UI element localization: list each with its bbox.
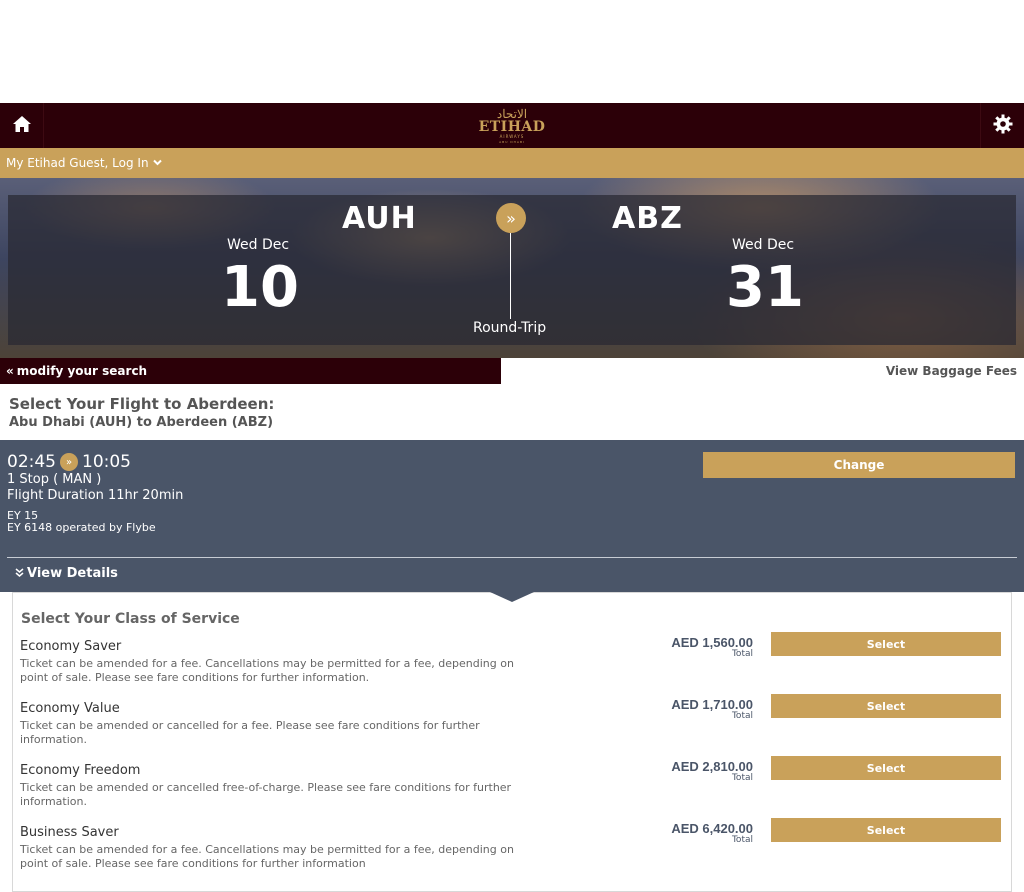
selection-title: Select Your Flight to Aberdeen: bbox=[9, 395, 275, 413]
fare-row-business-saver: Business Saver Ticket can be amended for… bbox=[13, 818, 1013, 887]
select-economy-saver-button[interactable]: Select bbox=[771, 632, 1001, 656]
trip-hero: AUH Wed Dec 10 » ABZ Wed Dec 31 Round-Tr… bbox=[0, 178, 1024, 358]
flight-stops: 1 Stop ( MAN ) bbox=[7, 472, 102, 487]
fare-name: Economy Value bbox=[20, 701, 120, 716]
fare-amount: AED 1,710.00 bbox=[671, 697, 753, 712]
fare-amount: AED 6,420.00 bbox=[671, 821, 753, 836]
gear-icon bbox=[993, 114, 1013, 138]
fare-total-label: Total bbox=[731, 649, 753, 659]
fare-name: Business Saver bbox=[20, 825, 119, 840]
destination-day: 31 bbox=[726, 255, 804, 320]
double-chevron-right-icon: » bbox=[60, 453, 78, 471]
selection-route: Abu Dhabi (AUH) to Aberdeen (ABZ) bbox=[9, 415, 274, 430]
fare-description: Ticket can be amended or cancelled for a… bbox=[20, 719, 480, 746]
fare-price: AED 1,560.00 Total bbox=[671, 635, 753, 659]
change-button[interactable]: Change bbox=[703, 452, 1015, 478]
destination-code: ABZ bbox=[612, 201, 683, 236]
trip-divider-line bbox=[510, 233, 511, 319]
trip-summary-panel: AUH Wed Dec 10 » ABZ Wed Dec 31 Round-Tr… bbox=[8, 195, 1016, 345]
origin-day: 10 bbox=[221, 255, 299, 320]
arrival-time: 10:05 bbox=[82, 452, 131, 472]
class-title: Select Your Class of Service bbox=[21, 611, 240, 627]
login-label[interactable]: My Etihad Guest, Log In bbox=[6, 156, 149, 170]
login-bar[interactable]: My Etihad Guest, Log In bbox=[0, 148, 1024, 178]
flight-times: 02:45 » 10:05 bbox=[7, 452, 131, 472]
etihad-logo[interactable]: الاتحاد ETIHAD AIRWAYS ABU DHABI bbox=[477, 105, 547, 147]
destination-dow: Wed Dec bbox=[732, 237, 795, 253]
view-details-label: View Details bbox=[27, 566, 118, 581]
double-chevron-down-icon bbox=[15, 567, 24, 580]
fare-description: Ticket can be amended for a fee. Cancell… bbox=[20, 843, 514, 870]
fare-price: AED 2,810.00 Total bbox=[671, 759, 753, 783]
trip-type: Round-Trip bbox=[473, 320, 547, 336]
modify-search-button[interactable]: « modify your search bbox=[0, 358, 501, 384]
top-blank-area bbox=[0, 0, 1024, 103]
flight-number-2: EY 6148 operated by Flybe bbox=[7, 521, 156, 534]
origin-dow: Wed Dec bbox=[227, 237, 290, 253]
fare-total-label: Total bbox=[731, 773, 753, 783]
fare-price: AED 1,710.00 Total bbox=[671, 697, 753, 721]
fare-row-economy-freedom: Economy Freedom Ticket can be amended or… bbox=[13, 756, 1013, 825]
fare-total-label: Total bbox=[731, 711, 753, 721]
fare-description: Ticket can be amended or cancelled free-… bbox=[20, 781, 512, 808]
departure-time: 02:45 bbox=[7, 452, 56, 472]
select-economy-freedom-button[interactable]: Select bbox=[771, 756, 1001, 780]
fare-row-economy-saver: Economy Saver Ticket can be amended for … bbox=[13, 632, 1013, 701]
logo-arabic: الاتحاد bbox=[496, 106, 528, 121]
fare-description: Ticket can be amended for a fee. Cancell… bbox=[20, 657, 514, 684]
fare-amount: AED 2,810.00 bbox=[671, 759, 753, 774]
modify-search-label: modify your search bbox=[16, 364, 148, 378]
flight-divider bbox=[7, 557, 1017, 558]
details-notch bbox=[490, 592, 534, 602]
flight-duration: Flight Duration 11hr 20min bbox=[7, 488, 184, 503]
fare-amount: AED 1,560.00 bbox=[671, 635, 753, 650]
double-chevron-left-icon: « bbox=[6, 364, 14, 378]
logo-main: ETIHAD bbox=[478, 118, 546, 135]
fare-total-label: Total bbox=[731, 835, 753, 845]
home-button[interactable] bbox=[0, 103, 44, 148]
fare-row-economy-value: Economy Value Ticket can be amended or c… bbox=[13, 694, 1013, 763]
flight-card: 02:45 » 10:05 1 Stop ( MAN ) Flight Dura… bbox=[0, 440, 1024, 592]
fare-name: Economy Freedom bbox=[20, 763, 141, 778]
modify-row: « modify your search View Baggage Fees bbox=[0, 358, 1024, 384]
chevron-down-icon bbox=[152, 158, 162, 169]
logo-sub2: ABU DHABI bbox=[499, 139, 525, 144]
view-details-toggle[interactable]: View Details bbox=[15, 566, 118, 581]
fare-name: Economy Saver bbox=[20, 639, 122, 654]
class-of-service-panel: Select Your Class of Service Economy Sav… bbox=[12, 592, 1012, 892]
double-chevron-right-icon: » bbox=[496, 203, 526, 233]
select-economy-value-button[interactable]: Select bbox=[771, 694, 1001, 718]
select-business-saver-button[interactable]: Select bbox=[771, 818, 1001, 842]
settings-button[interactable] bbox=[980, 103, 1024, 148]
selection-header: Select Your Flight to Aberdeen: Abu Dhab… bbox=[0, 384, 1024, 440]
top-navbar: الاتحاد ETIHAD AIRWAYS ABU DHABI bbox=[0, 103, 1024, 148]
view-baggage-fees-link[interactable]: View Baggage Fees bbox=[886, 364, 1024, 378]
home-icon bbox=[12, 115, 32, 137]
origin-code: AUH bbox=[342, 201, 417, 236]
fare-price: AED 6,420.00 Total bbox=[671, 821, 753, 845]
